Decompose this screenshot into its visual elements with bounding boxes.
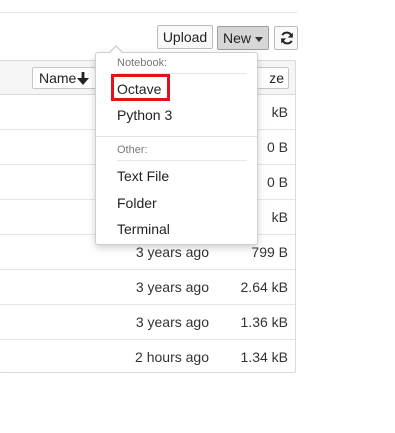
menu-section-notebook: Notebook: (117, 57, 168, 69)
refresh-icon (281, 31, 293, 45)
new-button[interactable]: New (217, 26, 269, 50)
sort-by-name-button[interactable]: Name (32, 67, 96, 89)
refresh-button[interactable] (274, 26, 298, 50)
sort-by-name-label: Name (39, 70, 77, 86)
new-button-label: New (222, 30, 251, 46)
top-divider (0, 0, 297, 13)
row-size: 0 B (266, 139, 288, 155)
row-modified: 3 years ago (135, 314, 209, 330)
row-size: kB (271, 209, 288, 225)
row-size: 1.34 kB (240, 349, 288, 365)
menu-section-rule (117, 160, 247, 161)
upload-button[interactable]: Upload (157, 25, 213, 49)
menu-item-folder[interactable]: Folder (117, 194, 157, 212)
table-row[interactable]: 2 hours ago 1.34 kB (0, 340, 295, 375)
row-size: 0 B (266, 174, 288, 190)
menu-item-terminal[interactable]: Terminal (117, 220, 170, 238)
row-size: kB (271, 104, 288, 120)
highlight-box (111, 74, 170, 101)
menu-item-python3[interactable]: Python 3 (117, 106, 172, 124)
row-size: 2.64 kB (240, 279, 288, 295)
menu-divider (96, 136, 257, 137)
caret-down-icon (255, 36, 263, 42)
row-size: 1.36 kB (240, 314, 288, 330)
row-modified: 2 hours ago (135, 349, 209, 365)
menu-section-other: Other: (117, 144, 148, 156)
row-modified: 3 years ago (135, 279, 209, 295)
table-row[interactable]: 3 years ago 1.36 kB (0, 305, 295, 340)
arrow-down-icon (77, 72, 89, 85)
sort-by-size-button[interactable]: ze (256, 67, 289, 89)
table-row[interactable]: 3 years ago 2.64 kB (0, 270, 295, 305)
menu-item-text-file[interactable]: Text File (117, 167, 169, 185)
menu-pointer-fill (109, 47, 123, 54)
